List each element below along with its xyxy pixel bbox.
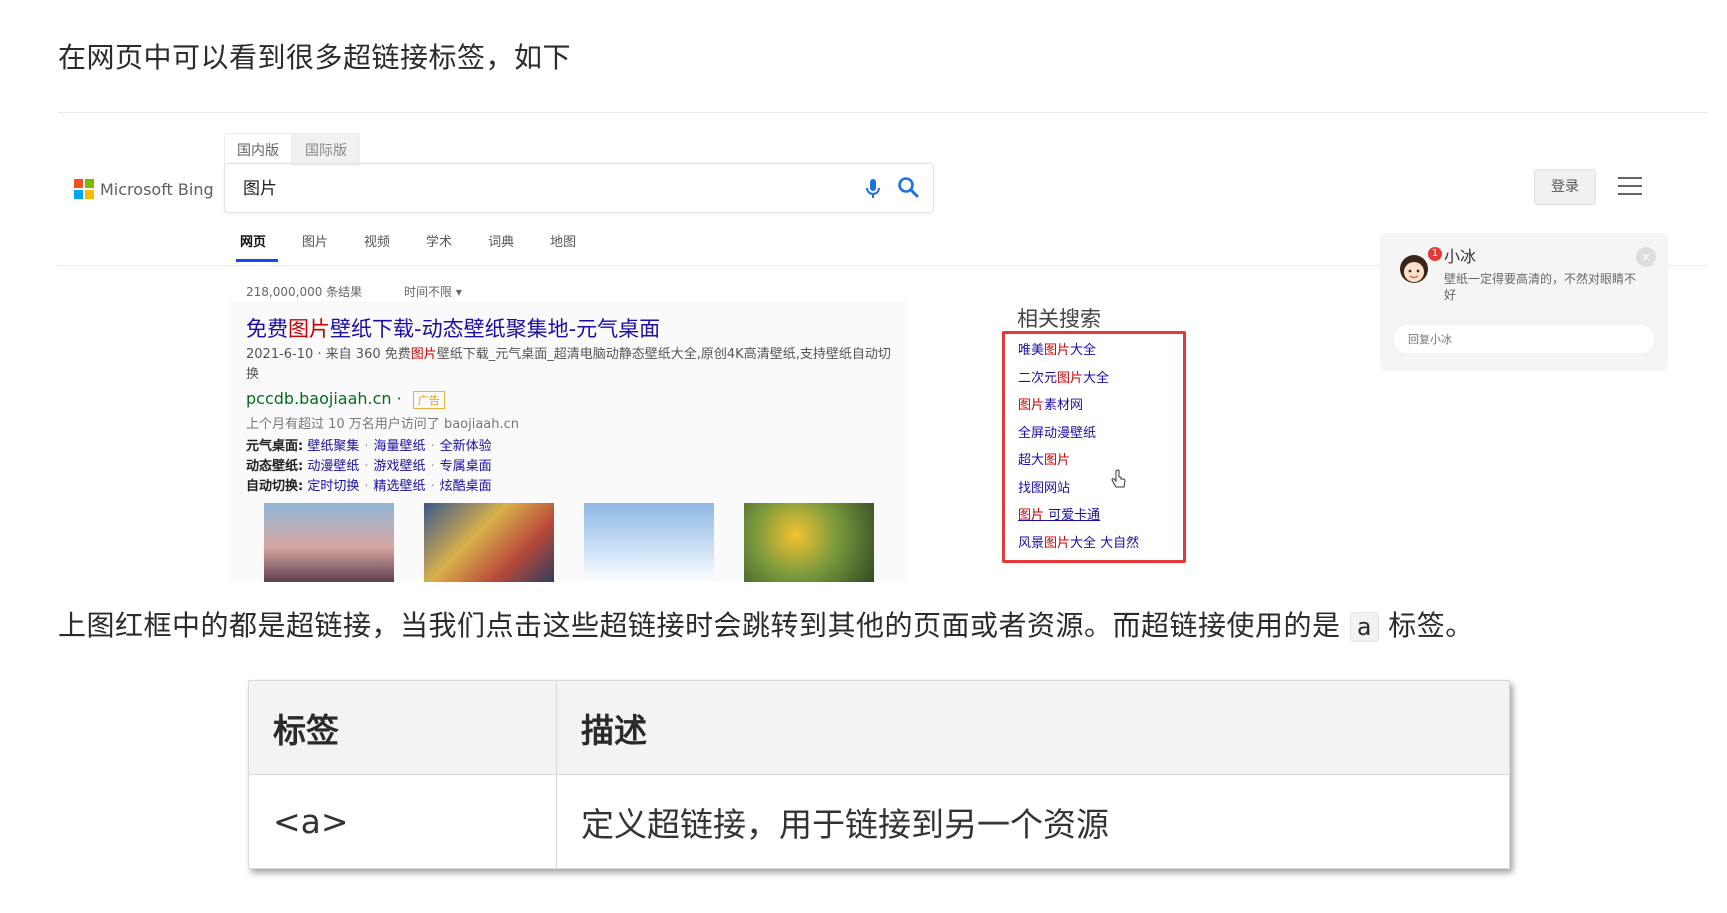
logo-text: Microsoft Bing xyxy=(100,179,214,199)
scope-tabs: 国内版 国际版 xyxy=(224,133,360,166)
chat-name: 小冰 xyxy=(1444,247,1477,266)
time-filter-dropdown[interactable]: 时间不限 ▾ xyxy=(404,283,462,300)
sublink-row: 自动切换: 定时切换 · 精选壁纸 · 炫酷桌面 xyxy=(246,479,492,494)
ad-badge: 广告 xyxy=(412,390,445,409)
image-thumbnails xyxy=(264,503,874,582)
sublink[interactable]: 定时切换 xyxy=(307,479,359,494)
nav-tabs: 网页 图片 视频 学术 词典 地图 xyxy=(240,231,576,250)
login-button[interactable]: 登录 xyxy=(1534,169,1596,205)
related-link[interactable]: 图片素材网 xyxy=(1018,396,1139,424)
thumbnail-image[interactable] xyxy=(424,503,554,582)
sublink[interactable]: 壁纸聚集 xyxy=(307,439,359,454)
result-count: 218,000,000 条结果 xyxy=(246,285,363,299)
thumbnail-image[interactable] xyxy=(584,503,714,582)
sublink[interactable]: 全新体验 xyxy=(440,439,492,454)
thumbnail-image[interactable] xyxy=(264,503,394,582)
tab-academic[interactable]: 学术 xyxy=(426,231,452,250)
sublink[interactable]: 游戏壁纸 xyxy=(374,459,426,474)
related-link[interactable]: 风景图片大全 大自然 xyxy=(1018,534,1139,562)
sublink-row: 动态壁纸: 动漫壁纸 · 游戏壁纸 · 专属桌面 xyxy=(246,459,492,474)
related-link[interactable]: 图片 可爱卡通 xyxy=(1018,506,1139,534)
tab-maps[interactable]: 地图 xyxy=(550,231,576,250)
microsoft-logo-icon xyxy=(74,179,94,199)
sublink[interactable]: 专属桌面 xyxy=(440,459,492,474)
related-searches-list: 唯美图片大全 二次元图片大全 图片素材网 全屏动漫壁纸 超大图片 找图网站 图片… xyxy=(1018,341,1139,561)
result-url[interactable]: pccdb.baojiaah.cn · 广告 xyxy=(246,389,445,409)
sublink-row: 元气桌面: 壁纸聚集 · 海量壁纸 · 全新体验 xyxy=(246,439,492,454)
related-link[interactable]: 二次元图片大全 xyxy=(1018,369,1139,397)
explanation-paragraph: 上图红框中的都是超链接，当我们点击这些超链接时会跳转到其他的页面或者资源。而超链… xyxy=(58,609,1474,642)
bing-logo[interactable]: Microsoft Bing xyxy=(74,179,214,199)
table-cell-tag: <a> xyxy=(248,774,557,869)
intro-paragraph: 在网页中可以看到很多超链接标签，如下 xyxy=(58,41,572,74)
tag-table: 标签 描述 <a> 定义超链接，用于链接到另一个资源 xyxy=(248,680,1510,869)
close-icon[interactable]: × xyxy=(1636,247,1656,267)
sublink[interactable]: 动漫壁纸 xyxy=(307,459,359,474)
table-header-tag: 标签 xyxy=(248,680,557,775)
result-visits: 上个月有超过 10 万名用户访问了 baojiaah.cn xyxy=(246,417,520,432)
menu-icon[interactable] xyxy=(1618,177,1642,201)
table-cell-description: 定义超链接，用于链接到另一个资源 xyxy=(556,774,1510,869)
tab-videos[interactable]: 视频 xyxy=(364,231,390,250)
table-row: <a> 定义超链接，用于链接到另一个资源 xyxy=(248,774,1510,869)
sublink[interactable]: 炫酷桌面 xyxy=(440,479,492,494)
tab-dictionary[interactable]: 词典 xyxy=(488,231,514,250)
result-title-link[interactable]: 免费图片壁纸下载-动态壁纸聚集地-元气桌面 xyxy=(246,313,660,343)
result-snippet: 2021-6-10 · 来自 360 免费图片壁纸下载_元气桌面_超清电脑动静态… xyxy=(246,347,891,382)
search-icon[interactable] xyxy=(897,176,919,202)
active-tab-indicator xyxy=(236,259,278,262)
bing-screenshot: 国内版 国际版 Microsoft Bing 登录 网页 图片 视频 学术 词典… xyxy=(58,112,1708,582)
tab-international[interactable]: 国际版 xyxy=(292,133,360,166)
search-box xyxy=(224,163,934,213)
inline-code: a xyxy=(1349,612,1379,642)
reply-input[interactable] xyxy=(1394,325,1654,353)
hand-cursor-icon xyxy=(1110,469,1128,495)
related-searches-heading: 相关搜索 xyxy=(1017,307,1101,331)
table-header-description: 描述 xyxy=(556,680,1510,775)
tab-web[interactable]: 网页 xyxy=(240,231,266,250)
tab-domestic[interactable]: 国内版 xyxy=(224,133,292,166)
related-link[interactable]: 全屏动漫壁纸 xyxy=(1018,424,1139,452)
chat-message: 壁纸一定得要高清的，不然对眼睛不好 xyxy=(1444,272,1637,302)
tab-images[interactable]: 图片 xyxy=(302,231,328,250)
xiaoice-chat-panel: 1 小冰 壁纸一定得要高清的，不然对眼睛不好 × xyxy=(1380,233,1668,371)
sublink[interactable]: 精选壁纸 xyxy=(374,479,426,494)
microphone-icon[interactable] xyxy=(865,178,881,204)
sublink[interactable]: 海量壁纸 xyxy=(374,439,426,454)
notification-badge: 1 xyxy=(1428,247,1442,261)
related-link[interactable]: 唯美图片大全 xyxy=(1018,341,1139,369)
thumbnail-image[interactable] xyxy=(744,503,874,582)
search-input[interactable] xyxy=(243,176,803,196)
search-result: 免费图片壁纸下载-动态壁纸聚集地-元气桌面 2021-6-10 · 来自 360… xyxy=(228,301,908,582)
